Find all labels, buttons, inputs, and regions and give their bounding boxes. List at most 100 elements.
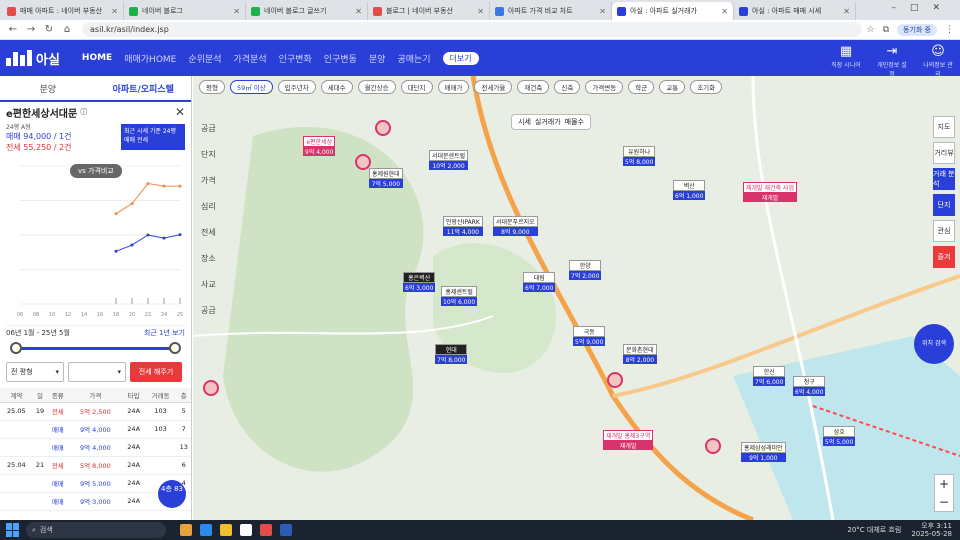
- apartment-marker[interactable]: 인왕산IPARK 11억 4,000: [443, 216, 483, 236]
- data-point[interactable]: [114, 212, 118, 216]
- slider-knob-end[interactable]: [169, 342, 181, 354]
- taskbar-search[interactable]: ⌕ 검색: [26, 522, 166, 538]
- menu-dots-icon[interactable]: ⋮: [945, 25, 954, 35]
- table-header[interactable]: 계약: [0, 388, 33, 403]
- agent-avatar[interactable]: [203, 380, 219, 396]
- apartment-marker[interactable]: 한양 7억 2,000: [569, 260, 602, 280]
- chatgpt-icon[interactable]: [240, 524, 252, 536]
- browser-tab[interactable]: 아실 : 아파트 매매 시세 ✕: [734, 2, 856, 20]
- apartment-marker[interactable]: 서대문푸르지오 8억 9,000: [493, 216, 538, 236]
- forward-icon[interactable]: →: [24, 24, 38, 35]
- map-mode-option[interactable]: 매물수: [565, 117, 584, 127]
- file-explorer-icon[interactable]: [180, 524, 192, 536]
- table-header[interactable]: 층: [176, 388, 191, 403]
- apartment-marker[interactable]: 삼호 5억 5,000: [823, 426, 856, 446]
- menu-item[interactable]: HOME: [82, 53, 112, 63]
- map-mode-option[interactable]: 실거래가: [535, 117, 561, 127]
- table-header[interactable]: 거래동: [144, 388, 177, 403]
- menu-item[interactable]: 공매는기: [397, 52, 430, 65]
- left-rail-item[interactable]: 사교: [201, 272, 223, 298]
- filter-chip[interactable]: 전세가율: [474, 80, 513, 94]
- apartment-marker[interactable]: e편한세상 9억 4,000: [303, 136, 336, 156]
- filter-chip[interactable]: 학군: [628, 80, 655, 94]
- filter-chip[interactable]: 재건축: [517, 80, 550, 94]
- filter-chip[interactable]: 신축: [554, 80, 581, 94]
- close-tab-icon[interactable]: ✕: [233, 7, 240, 16]
- filter-chip[interactable]: 초기화: [690, 80, 723, 94]
- home-icon[interactable]: ⌂: [60, 24, 74, 35]
- browser-tab[interactable]: 매매 아파트 : 네이버 부동산 ✕: [2, 2, 124, 20]
- table-row[interactable]: 25.05 19 전세 5억 2,500 24A 103 5: [0, 402, 191, 421]
- apartment-marker[interactable]: 현대 7억 8,000: [435, 344, 468, 364]
- filter-chip[interactable]: 입주년차: [277, 80, 316, 94]
- url-input[interactable]: asil.kr/asil/index.jsp: [82, 22, 862, 37]
- data-point[interactable]: [162, 236, 166, 240]
- agent-avatar[interactable]: [375, 120, 391, 136]
- compare-button[interactable]: vs 가격비교: [70, 164, 122, 178]
- apartment-marker[interactable]: 벽산 6억 1,000: [673, 180, 706, 200]
- table-row[interactable]: 25.04 21 전세 5억 8,000 24A 6: [0, 456, 191, 475]
- reload-icon[interactable]: ↻: [42, 24, 56, 35]
- apartment-marker[interactable]: 홍제삼성래미안 9억 1,000: [741, 442, 786, 462]
- table-header[interactable]: 가격: [68, 388, 123, 403]
- filter-chip[interactable]: 매매가: [437, 80, 470, 94]
- pyeong-select[interactable]: 전 평형 ▾: [6, 362, 64, 382]
- right-rail-button[interactable]: 관심: [933, 220, 955, 242]
- apartment-marker[interactable]: 홍제원현대 7억 5,000: [369, 168, 403, 188]
- windows-start-icon[interactable]: [6, 523, 20, 537]
- left-rail-item[interactable]: 전세: [201, 220, 223, 246]
- left-rail-item[interactable]: 장소: [201, 246, 223, 272]
- close-tab-icon[interactable]: ✕: [599, 7, 606, 16]
- data-point[interactable]: [178, 184, 182, 188]
- info-icon[interactable]: ⓘ: [80, 107, 87, 117]
- apartment-marker[interactable]: 한신 7억 6,000: [753, 366, 786, 386]
- tab-presale[interactable]: 분양: [0, 76, 96, 100]
- left-rail-item[interactable]: 단지: [201, 142, 223, 168]
- apartment-marker[interactable]: 재개발 홍제3구역 재개발: [603, 430, 654, 450]
- filter-chip[interactable]: 평형: [199, 80, 225, 94]
- back-icon[interactable]: ←: [6, 24, 20, 35]
- right-rail-button[interactable]: 거래 분석: [933, 168, 955, 190]
- filter-chip[interactable]: 대단지: [400, 80, 433, 94]
- bookmark-star-icon[interactable]: ☆: [866, 25, 874, 35]
- filter-chip[interactable]: 59㎡ 이상: [229, 80, 273, 94]
- menu-item[interactable]: 분양: [369, 52, 386, 65]
- menu-item[interactable]: 더보기: [442, 51, 479, 65]
- count-badge[interactable]: 4층 83: [158, 480, 186, 508]
- table-header[interactable]: 타입: [122, 388, 145, 403]
- left-rail-item[interactable]: 심리: [201, 194, 223, 220]
- data-point[interactable]: [114, 249, 118, 253]
- map-mode-option[interactable]: 시세: [518, 117, 531, 127]
- folder-icon[interactable]: [220, 524, 232, 536]
- apartment-marker[interactable]: 홍제센트럴 10억 6,000: [441, 286, 478, 306]
- chrome-icon[interactable]: [260, 524, 272, 536]
- period-box[interactable]: 최근 시세 기준 24평 매매 전세: [121, 124, 185, 150]
- menu-item[interactable]: 인구변화: [279, 52, 312, 65]
- apartment-marker[interactable]: 대림 6억 7,000: [523, 272, 556, 292]
- table-row[interactable]: 매매 9억 4,000 24A 13: [0, 438, 191, 457]
- left-rail-item[interactable]: 공급: [201, 116, 223, 142]
- browser-tab[interactable]: 아파트 가격 비교 차트 ✕: [490, 2, 612, 20]
- edge-icon[interactable]: [200, 524, 212, 536]
- menu-item[interactable]: 매매가HOME: [124, 52, 176, 65]
- zoom-in-button[interactable]: +: [935, 475, 953, 493]
- apartment-marker[interactable]: 극동 5억 9,000: [573, 326, 606, 346]
- header-icon-button[interactable]: ☺ 나의정보 관리: [922, 44, 954, 78]
- browser-tab[interactable]: 네이버 블로그 ✕: [124, 2, 246, 20]
- data-point[interactable]: [130, 243, 134, 247]
- close-tab-icon[interactable]: ✕: [721, 7, 728, 16]
- agent-avatar[interactable]: [607, 372, 623, 388]
- data-point[interactable]: [178, 233, 182, 237]
- word-icon[interactable]: [280, 524, 292, 536]
- header-icon-button[interactable]: ⇥ 개인정보 설정: [876, 44, 908, 78]
- data-point[interactable]: [162, 184, 166, 188]
- apartment-marker[interactable]: 홍은벽산 6억 3,000: [403, 272, 436, 292]
- app-logo[interactable]: 아실: [6, 49, 60, 68]
- browser-tab[interactable]: 아실 : 아파트 실거래가 ✕: [612, 2, 734, 20]
- profile-button[interactable]: 동기화 중: [897, 23, 937, 36]
- zoom-out-button[interactable]: −: [935, 493, 953, 511]
- left-rail-item[interactable]: 가격: [201, 168, 223, 194]
- filter-chip[interactable]: 월간상승: [357, 80, 396, 94]
- clock[interactable]: 오후 3:11 2025-05-28: [911, 522, 952, 538]
- table-row[interactable]: 매매 9억 4,000 24A 103 7: [0, 420, 191, 439]
